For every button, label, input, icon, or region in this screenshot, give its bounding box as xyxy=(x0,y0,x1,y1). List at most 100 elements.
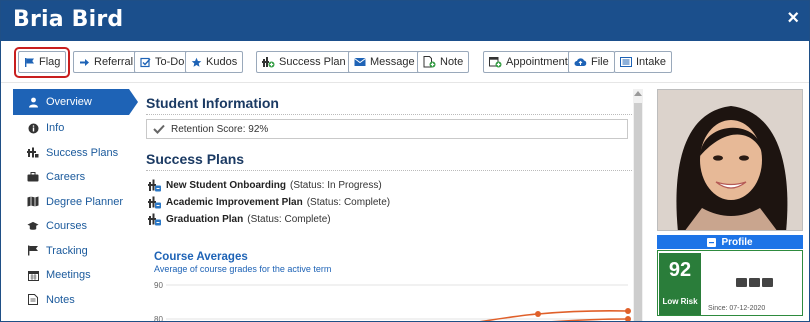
success-plan-item[interactable]: Graduation Plan (Status: Complete) xyxy=(148,211,331,227)
student-name: Bria Bird xyxy=(13,7,124,32)
referral-label: Referral xyxy=(94,56,134,68)
sidebar-item-info[interactable]: Info xyxy=(13,116,135,141)
student-summary-panel: Profile 92 Low Risk Since: 07-12-2020 xyxy=(657,89,803,321)
course-averages-title: Course Averages xyxy=(154,251,248,263)
course-averages-subtitle: Average of course grades for the active … xyxy=(154,264,332,274)
student-photo xyxy=(657,89,803,231)
message-label: Message xyxy=(370,56,415,68)
success-plan-button[interactable]: Success Plan xyxy=(256,51,352,73)
flag-button[interactable]: Flag xyxy=(18,51,67,73)
risk-score-card: 92 Low Risk Since: 07-12-2020 xyxy=(657,250,803,316)
minus-square-icon xyxy=(707,237,717,247)
flag-label: Flag xyxy=(39,56,61,68)
risk-score-value: 92 xyxy=(668,259,692,281)
appointment-label: Appointment xyxy=(506,56,568,68)
sidebar-item-tracking[interactable]: Tracking xyxy=(13,239,135,264)
envelope-icon xyxy=(354,58,366,66)
note-add-icon xyxy=(423,56,436,68)
referral-button[interactable]: Referral xyxy=(73,51,140,73)
y-tick-label: 80 xyxy=(154,315,163,322)
sidebar-item-meetings[interactable]: Meetings xyxy=(13,263,135,288)
note-button[interactable]: Note xyxy=(417,51,470,73)
sidebar-item-careers[interactable]: Careers xyxy=(13,165,135,190)
main-content: Student Information Retention Score: 92%… xyxy=(142,89,640,322)
data-point xyxy=(625,308,631,314)
sidebar-item-label: Success Plans xyxy=(46,146,119,159)
sidebar-item-label: Meetings xyxy=(46,269,91,282)
risk-level-label: Low Risk xyxy=(662,297,698,306)
success-plans-heading: Success Plans xyxy=(146,151,245,167)
briefcase-icon xyxy=(27,172,39,182)
action-toolbar: Flag Referral To-Do Kudos Success Plan M… xyxy=(1,41,809,83)
plan-status: (Status: Complete) xyxy=(306,196,391,208)
y-tick-label: 90 xyxy=(154,281,163,290)
success-plan-item[interactable]: Academic Improvement Plan (Status: Compl… xyxy=(148,194,390,210)
sidebar-item-notes[interactable]: Notes xyxy=(13,288,135,313)
kudos-button[interactable]: Kudos xyxy=(185,51,244,73)
flag-icon xyxy=(25,57,34,67)
loading-dots-icon xyxy=(736,278,773,287)
plan-name: New Student Onboarding xyxy=(166,179,286,191)
plan-status: (Status: In Progress) xyxy=(290,179,382,191)
intake-label: Intake xyxy=(636,56,666,68)
scroll-up-icon[interactable] xyxy=(634,91,642,96)
main-scrollbar[interactable] xyxy=(633,89,643,321)
series-line xyxy=(479,310,629,321)
note-icon xyxy=(27,294,39,306)
sidebar-item-label: Courses xyxy=(46,220,87,233)
sidebar-item-success-plans[interactable]: Success Plans xyxy=(13,141,135,166)
data-point xyxy=(625,316,631,321)
checkmark-icon xyxy=(153,124,165,134)
plan-name: Graduation Plan xyxy=(166,213,244,225)
success-plan-icon xyxy=(148,196,161,208)
calendar-icon xyxy=(27,270,39,281)
success-plan-icon xyxy=(27,147,39,158)
todo-button[interactable]: To-Do xyxy=(134,51,191,73)
sidebar-item-label: Notes xyxy=(46,293,75,306)
success-plan-icon xyxy=(148,213,161,225)
close-icon[interactable]: × xyxy=(787,7,799,30)
risk-since-date: Since: 07-12-2020 xyxy=(708,305,766,312)
profile-button[interactable]: Profile xyxy=(657,235,803,249)
map-icon xyxy=(27,196,39,207)
graduation-cap-icon xyxy=(27,221,39,231)
file-button[interactable]: File xyxy=(568,51,615,73)
sidebar-item-overview[interactable]: Overview xyxy=(13,89,138,115)
sidebar-item-label: Careers xyxy=(46,171,86,184)
sidebar-item-label: Info xyxy=(46,122,65,135)
sidebar-item-degree-planner[interactable]: Degree Planner xyxy=(13,190,135,215)
success-plan-icon xyxy=(262,57,275,68)
calendar-add-icon xyxy=(489,57,502,68)
success-plan-icon xyxy=(148,179,161,191)
person-icon xyxy=(27,97,39,108)
note-label: Note xyxy=(440,56,464,68)
scrollbar-thumb[interactable] xyxy=(634,103,642,321)
plan-name: Academic Improvement Plan xyxy=(166,196,303,208)
success-plan-item[interactable]: New Student Onboarding (Status: In Progr… xyxy=(148,177,382,193)
sidebar-item-label: Overview xyxy=(46,96,92,108)
cloud-upload-icon xyxy=(574,58,587,66)
profile-label: Profile xyxy=(721,236,753,248)
divider xyxy=(146,170,632,171)
referral-icon xyxy=(80,58,89,66)
message-button[interactable]: Message xyxy=(348,51,421,73)
file-label: File xyxy=(591,56,609,68)
retention-score-row: Retention Score: 92% xyxy=(146,119,628,139)
title-bar: Bria Bird × xyxy=(1,1,809,41)
star-icon xyxy=(191,57,202,67)
appointment-button[interactable]: Appointment xyxy=(483,51,574,73)
risk-score-badge: 92 Low Risk xyxy=(659,253,701,315)
sidebar-item-courses[interactable]: Courses xyxy=(13,214,135,239)
success-plan-label: Success Plan xyxy=(279,56,346,68)
student-profile-window: Bria Bird × Flag Referral To-Do Kudos Su… xyxy=(0,0,810,322)
divider xyxy=(146,114,632,115)
sidebar-item-label: Degree Planner xyxy=(46,195,124,208)
info-icon xyxy=(27,123,39,134)
intake-button[interactable]: Intake xyxy=(614,51,672,73)
student-information-heading: Student Information xyxy=(146,95,279,111)
data-point xyxy=(535,311,541,317)
sidebar-item-label: Tracking xyxy=(46,244,88,257)
kudos-label: Kudos xyxy=(206,56,238,68)
todo-label: To-Do xyxy=(155,56,185,68)
sidebar-nav: Overview Info Success Plans Careers Degr… xyxy=(13,89,138,321)
